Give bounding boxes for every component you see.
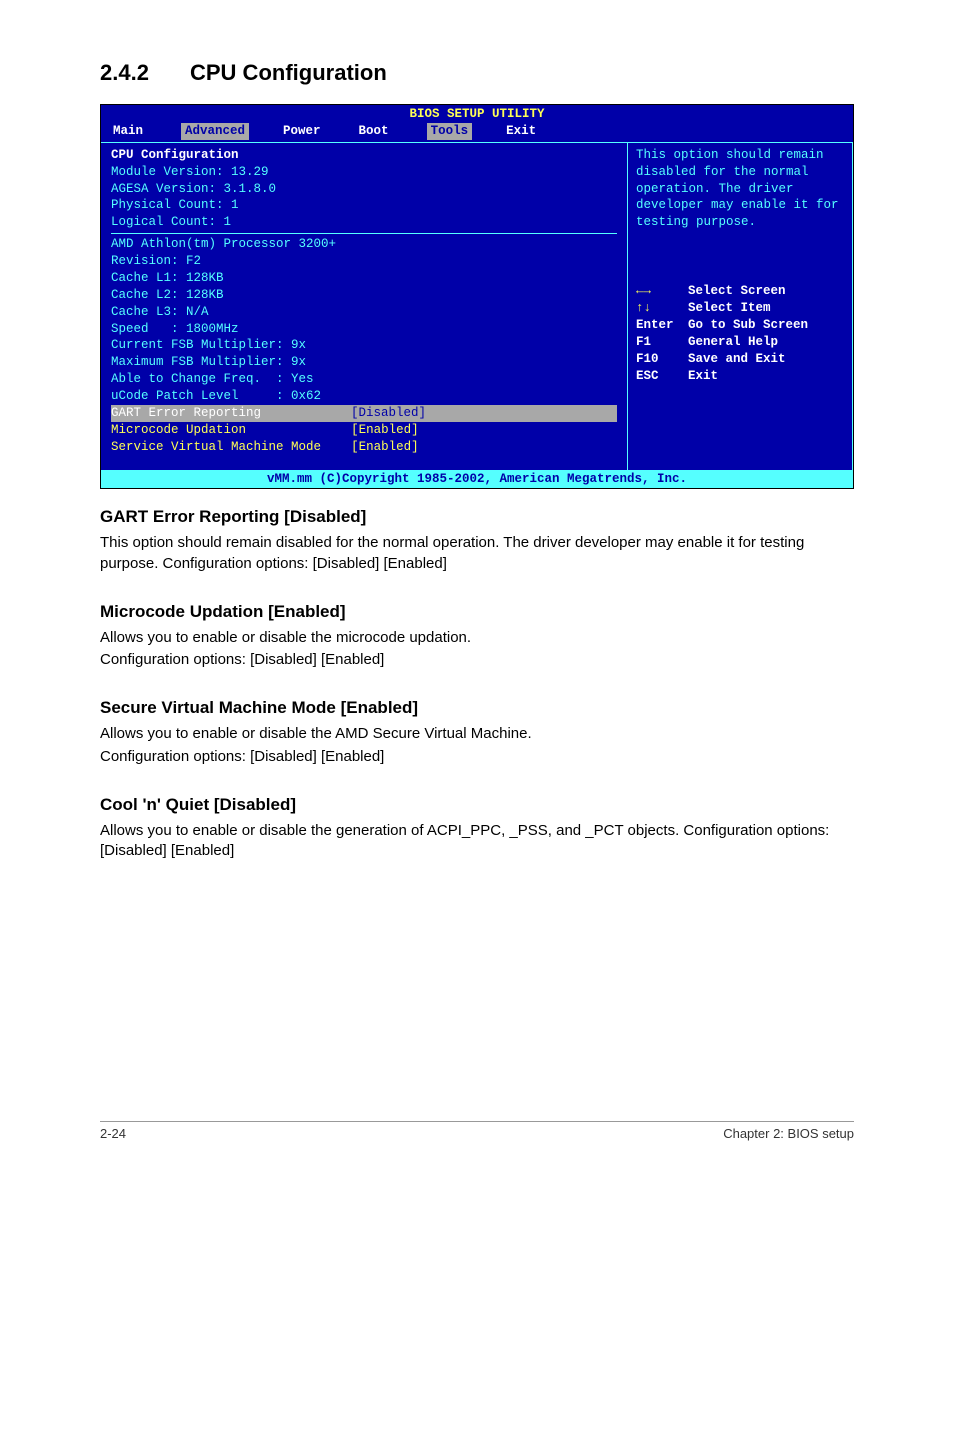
bios-title: BIOS SETUP UTILITY xyxy=(101,105,853,123)
info-line: Logical Count: 1 xyxy=(111,214,617,231)
info-line: Able to Change Freq. : Yes xyxy=(111,371,617,388)
info-line: Cache L2: 128KB xyxy=(111,287,617,304)
help-keys: ←→Select Screen ↑↓Select Item EnterGo to… xyxy=(636,283,844,384)
paragraph: This option should remain disabled for t… xyxy=(100,533,854,574)
bios-footer: vMM.mm (C)Copyright 1985-2002, American … xyxy=(101,470,853,489)
subheading-microcode: Microcode Updation [Enabled] xyxy=(100,602,854,622)
key-action: Select Item xyxy=(688,301,771,315)
chapter-label: Chapter 2: BIOS setup xyxy=(723,1126,854,1141)
bios-help-panel: This option should remain disabled for t… xyxy=(627,143,852,470)
menu-boot[interactable]: Boot xyxy=(359,123,409,140)
help-description: This option should remain disabled for t… xyxy=(636,147,844,231)
option-value: [Disabled] xyxy=(351,406,426,420)
subheading-svm: Secure Virtual Machine Mode [Enabled] xyxy=(100,698,854,718)
info-line: Revision: F2 xyxy=(111,253,617,270)
bios-window: BIOS SETUP UTILITY Main Advanced Power B… xyxy=(100,104,854,489)
bios-body: CPU Configuration Module Version: 13.29 … xyxy=(101,143,852,470)
help-key-row: F10Save and Exit xyxy=(636,351,844,368)
menu-advanced[interactable]: Advanced xyxy=(181,123,249,140)
key-action: Go to Sub Screen xyxy=(688,318,808,332)
key-symbol: ↑↓ xyxy=(636,300,688,317)
section-number: 2.4.2 xyxy=(100,60,190,86)
section-heading: 2.4.2CPU Configuration xyxy=(100,60,854,86)
bios-menu-bar: Main Advanced Power Boot Tools Exit xyxy=(101,123,853,142)
menu-power[interactable]: Power xyxy=(283,123,341,140)
info-line: Current FSB Multiplier: 9x xyxy=(111,337,617,354)
paragraph: Configuration options: [Disabled] [Enabl… xyxy=(100,650,854,670)
section-title: CPU Configuration xyxy=(190,60,387,85)
help-key-row: ↑↓Select Item xyxy=(636,300,844,317)
key-symbol: F1 xyxy=(636,334,688,351)
help-key-row: ←→Select Screen xyxy=(636,283,844,300)
info-line: uCode Patch Level : 0x62 xyxy=(111,388,617,405)
key-symbol: ←→ xyxy=(636,283,688,300)
option-value: [Enabled] xyxy=(351,423,419,437)
info-line: AGESA Version: 3.1.8.0 xyxy=(111,181,617,198)
menu-exit[interactable]: Exit xyxy=(506,123,556,140)
paragraph: Allows you to enable or disable the gene… xyxy=(100,821,854,862)
option-gart-error[interactable]: GART Error Reporting [Disabled] xyxy=(111,405,617,422)
help-key-row: ESCExit xyxy=(636,368,844,385)
info-line: Speed : 1800MHz xyxy=(111,321,617,338)
help-key-row: F1General Help xyxy=(636,334,844,351)
option-value: [Enabled] xyxy=(351,440,419,454)
menu-main[interactable]: Main xyxy=(113,123,163,140)
info-line: Cache L3: N/A xyxy=(111,304,617,321)
info-line: AMD Athlon(tm) Processor 3200+ xyxy=(111,236,617,253)
option-label: Microcode Updation xyxy=(111,423,246,437)
page-number: 2-24 xyxy=(100,1126,126,1141)
option-microcode[interactable]: Microcode Updation [Enabled] xyxy=(111,422,617,439)
option-label: Service Virtual Machine Mode xyxy=(111,440,321,454)
info-line: Maximum FSB Multiplier: 9x xyxy=(111,354,617,371)
info-line: Physical Count: 1 xyxy=(111,197,617,214)
key-symbol: ESC xyxy=(636,368,688,385)
page-footer: 2-24 Chapter 2: BIOS setup xyxy=(100,1121,854,1141)
subheading-gart: GART Error Reporting [Disabled] xyxy=(100,507,854,527)
key-action: Save and Exit xyxy=(688,352,786,366)
menu-tools[interactable]: Tools xyxy=(427,123,473,140)
option-label: GART Error Reporting xyxy=(111,406,261,420)
key-symbol: Enter xyxy=(636,317,688,334)
paragraph: Allows you to enable or disable the AMD … xyxy=(100,724,854,744)
paragraph: Allows you to enable or disable the micr… xyxy=(100,628,854,648)
key-action: General Help xyxy=(688,335,778,349)
key-action: Exit xyxy=(688,369,718,383)
help-key-row: EnterGo to Sub Screen xyxy=(636,317,844,334)
separator xyxy=(111,233,617,234)
paragraph: Configuration options: [Disabled] [Enabl… xyxy=(100,747,854,767)
key-action: Select Screen xyxy=(688,284,786,298)
info-line: Cache L1: 128KB xyxy=(111,270,617,287)
option-svm[interactable]: Service Virtual Machine Mode [Enabled] xyxy=(111,439,617,456)
cpu-config-title: CPU Configuration xyxy=(111,147,617,164)
info-line: Module Version: 13.29 xyxy=(111,164,617,181)
subheading-coolnquiet: Cool 'n' Quiet [Disabled] xyxy=(100,795,854,815)
key-symbol: F10 xyxy=(636,351,688,368)
bios-left-panel: CPU Configuration Module Version: 13.29 … xyxy=(101,143,627,470)
